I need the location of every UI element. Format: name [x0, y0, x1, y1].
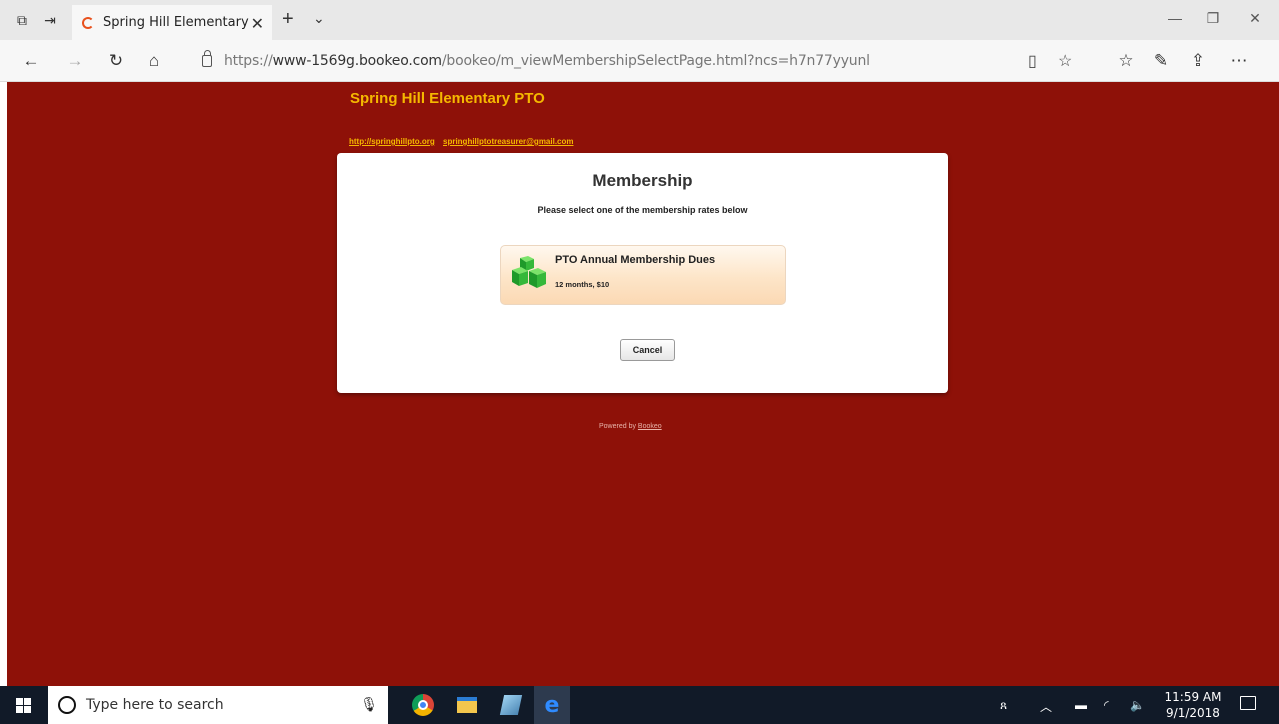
option-description: 12 months, $10	[555, 280, 610, 289]
microphone-icon[interactable]: 🎙	[360, 696, 378, 713]
close-window-icon[interactable]: ✕	[1240, 10, 1270, 27]
battery-icon[interactable]: ▬	[1075, 698, 1087, 712]
tab-list-chevron-icon[interactable]: ⌄	[313, 10, 325, 27]
site-links: http://springhillpto.org springhillptotr…	[349, 137, 580, 146]
url-text[interactable]: https://www-1569g.bookeo.com/bookeo/m_vi…	[224, 53, 870, 69]
search-placeholder: Type here to search	[86, 697, 224, 713]
start-windows-icon[interactable]	[16, 698, 31, 713]
website-link[interactable]: http://springhillpto.org	[349, 137, 435, 146]
tab-preview-icon[interactable]: ⇥	[40, 10, 60, 30]
site-title: Spring Hill Elementary PTO	[350, 90, 545, 107]
membership-card: Membership Please select one of the memb…	[337, 153, 948, 393]
card-subtitle: Please select one of the membership rate…	[537, 205, 748, 215]
minimize-icon[interactable]: —	[1160, 10, 1190, 26]
back-icon[interactable]: ←	[20, 50, 42, 72]
address-bar[interactable]: https://www-1569g.bookeo.com/bookeo/m_vi…	[196, 48, 1086, 74]
refresh-icon[interactable]: ↻	[105, 50, 127, 72]
forward-icon[interactable]: →	[64, 50, 86, 72]
site-favicon-icon	[82, 16, 94, 29]
green-cubes-icon	[512, 256, 546, 288]
system-clock[interactable]: 11:59 AM 9/1/2018	[1163, 689, 1223, 721]
edge-taskbar-icon[interactable]: e	[534, 686, 570, 724]
share-icon[interactable]: ⇪	[1187, 50, 1209, 72]
chrome-taskbar-icon[interactable]	[410, 692, 436, 718]
tab-close-icon[interactable]: ✕	[251, 14, 264, 34]
favorites-list-icon[interactable]: ☆	[1115, 50, 1137, 72]
favorite-star-icon[interactable]: ☆	[1058, 51, 1072, 71]
clock-time: 11:59 AM	[1164, 690, 1222, 704]
notification-center-icon[interactable]	[1240, 696, 1256, 710]
browser-tab[interactable]: Spring Hill Elementary F ✕	[72, 5, 272, 40]
restore-icon[interactable]: ❐	[1198, 10, 1228, 27]
show-hidden-icons-icon[interactable]: ︿	[1040, 698, 1052, 715]
people-icon[interactable]: ጸ	[1000, 698, 1007, 713]
tab-title: Spring Hill Elementary F	[103, 15, 253, 30]
tabs-aside-icon[interactable]: ⧉	[12, 10, 32, 30]
cortana-icon	[58, 696, 76, 714]
reading-view-icon[interactable]: ▯	[1028, 51, 1037, 71]
clock-date: 9/1/2018	[1166, 706, 1220, 720]
browser-nav-bar: ← → ↻ ⌂ https://www-1569g.bookeo.com/boo…	[0, 40, 1279, 82]
notes-app-taskbar-icon[interactable]	[498, 692, 524, 718]
powered-by: Powered by Bookeo	[599, 423, 662, 430]
lock-icon	[202, 50, 212, 67]
web-note-icon[interactable]: ✎	[1150, 50, 1172, 72]
powered-by-text: Powered by	[599, 423, 636, 430]
taskbar-search-box[interactable]: Type here to search 🎙	[48, 686, 388, 724]
browser-tab-bar: ⧉ ⇥ Spring Hill Elementary F ✕ + ⌄ — ❐ ✕	[0, 0, 1279, 40]
new-tab-icon[interactable]: +	[282, 8, 294, 31]
home-icon[interactable]: ⌂	[143, 50, 165, 72]
cancel-button[interactable]: Cancel	[620, 339, 675, 361]
email-link[interactable]: springhillptotreasurer@gmail.com	[443, 137, 574, 146]
windows-taskbar: Type here to search 🎙 e ጸ ︿ ▬ ◜ 🔈 11:59 …	[0, 686, 1279, 724]
bookeo-link[interactable]: Bookeo	[638, 423, 662, 430]
file-explorer-taskbar-icon[interactable]	[454, 692, 480, 718]
card-title: Membership	[592, 171, 693, 190]
wifi-icon[interactable]: ◜	[1104, 698, 1109, 712]
option-name: PTO Annual Membership Dues	[555, 254, 716, 266]
volume-icon[interactable]: 🔈	[1130, 698, 1145, 712]
membership-option[interactable]: PTO Annual Membership Dues 12 months, $1…	[500, 245, 786, 305]
more-icon[interactable]: ⋯	[1228, 50, 1250, 72]
page-body: Spring Hill Elementary PTO http://spring…	[7, 82, 1279, 686]
